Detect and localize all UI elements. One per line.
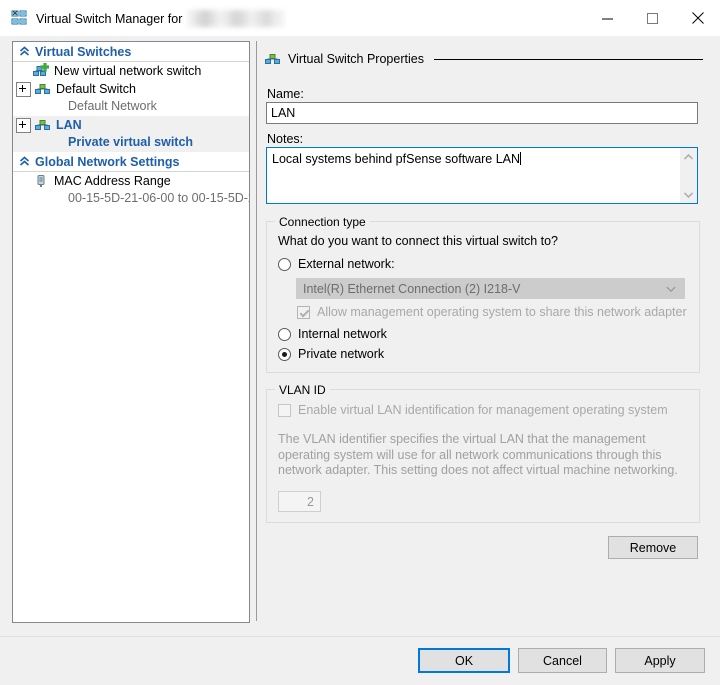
checkbox-indicator	[297, 306, 310, 319]
name-input[interactable]: LAN	[266, 102, 698, 124]
text-caret	[520, 152, 521, 165]
network-adapter-select: Intel(R) Ethernet Connection (2) I218-V	[296, 278, 685, 299]
vlan-id-group: VLAN ID Enable virtual LAN identificatio…	[266, 389, 700, 523]
tree-item-new-virtual-network-switch[interactable]: New virtual network switch	[13, 62, 249, 80]
radio-private-network[interactable]: Private network	[278, 347, 384, 361]
dialog-footer: OK Cancel Apply	[0, 637, 720, 685]
tree-item-sublabel-mac-address-range: 00-15-5D-21-06-00 to 00-15-5D-2...	[13, 190, 249, 208]
chevron-down-icon	[666, 282, 676, 296]
dialog-content: Virtual Switches New virtual network swi…	[0, 36, 720, 636]
notes-input[interactable]: Local systems behind pfSense software LA…	[266, 147, 698, 204]
window-controls	[585, 0, 720, 36]
connection-type-legend: Connection type	[275, 215, 370, 229]
apply-button[interactable]: Apply	[615, 648, 705, 673]
tree-group-label: Virtual Switches	[35, 45, 131, 59]
tree-group-global-network-settings[interactable]: Global Network Settings	[13, 152, 249, 172]
tree-item-mac-address-range[interactable]: MAC Address Range	[13, 172, 249, 190]
tree-item-sublabel-lan: Private virtual switch	[13, 134, 249, 152]
checkbox-allow-management-os-share: Allow management operating system to sha…	[297, 305, 687, 319]
virtual-switch-icon	[35, 81, 51, 97]
title-bar: Virtual Switch Manager for	[0, 0, 720, 36]
chevron-double-up-icon[interactable]	[16, 44, 32, 60]
ok-button[interactable]: OK	[418, 648, 510, 673]
checkbox-label: Enable virtual LAN identification for ma…	[298, 403, 668, 417]
radio-internal-network[interactable]: Internal network	[278, 327, 387, 341]
tree-item-default-switch[interactable]: Default Switch	[13, 80, 249, 98]
tree-item-sublabel-default-switch: Default Network	[13, 98, 249, 116]
properties-header: Virtual Switch Properties	[265, 49, 705, 69]
virtual-switch-icon	[35, 117, 51, 133]
radio-label: External network:	[298, 257, 395, 271]
name-label: Name:	[267, 87, 304, 101]
new-virtual-switch-icon	[33, 63, 49, 79]
maximize-button[interactable]	[630, 0, 675, 36]
chevron-double-up-icon[interactable]	[16, 154, 32, 170]
redacted-hostname	[187, 10, 285, 27]
switch-tree: Virtual Switches New virtual network swi…	[13, 42, 249, 208]
checkbox-indicator	[278, 404, 291, 417]
radio-indicator[interactable]	[278, 258, 291, 271]
tree-item-label: New virtual network switch	[54, 64, 201, 78]
connection-type-group: Connection type What do you want to conn…	[266, 221, 700, 373]
vlan-description: The VLAN identifier specifies the virtua…	[278, 432, 686, 479]
scroll-up-icon[interactable]	[680, 148, 697, 165]
cancel-button[interactable]: Cancel	[518, 648, 607, 673]
navigation-pane[interactable]: Virtual Switches New virtual network swi…	[12, 41, 250, 623]
checkbox-label: Allow management operating system to sha…	[317, 305, 687, 319]
tree-group-virtual-switches[interactable]: Virtual Switches	[13, 42, 249, 62]
radio-indicator[interactable]	[278, 348, 291, 361]
remove-button[interactable]: Remove	[608, 536, 698, 559]
expander-plus-icon[interactable]	[16, 118, 31, 133]
notes-scrollbar[interactable]	[679, 148, 697, 203]
checkbox-enable-vlan-identification: Enable virtual LAN identification for ma…	[278, 403, 668, 417]
vlan-id-input: 2	[278, 491, 321, 512]
virtual-switch-icon	[265, 51, 281, 67]
header-divider	[434, 59, 703, 60]
radio-label: Private network	[298, 347, 384, 361]
virtual-switch-manager-icon	[11, 10, 27, 26]
tree-item-lan[interactable]: LAN	[13, 116, 249, 134]
radio-label: Internal network	[298, 327, 387, 341]
window-title-text: Virtual Switch Manager for	[36, 12, 182, 26]
notes-text[interactable]: Local systems behind pfSense software LA…	[267, 148, 679, 203]
window-title: Virtual Switch Manager for	[36, 10, 285, 27]
tree-item-label: LAN	[56, 118, 82, 132]
scroll-down-icon[interactable]	[680, 186, 697, 203]
expander-plus-icon[interactable]	[16, 82, 31, 97]
notes-value: Local systems behind pfSense software LA…	[272, 152, 520, 166]
connection-type-question: What do you want to connect this virtual…	[278, 234, 558, 248]
mac-address-icon	[33, 173, 49, 189]
properties-pane: Virtual Switch Properties Name: LAN Note…	[256, 41, 709, 621]
notes-label: Notes:	[267, 132, 303, 146]
tree-item-label: MAC Address Range	[54, 174, 171, 188]
vlan-id-legend: VLAN ID	[275, 383, 330, 397]
close-button[interactable]	[675, 0, 720, 36]
properties-header-label: Virtual Switch Properties	[288, 52, 424, 66]
tree-item-label: Default Switch	[56, 82, 136, 96]
minimize-button[interactable]	[585, 0, 630, 36]
radio-external-network[interactable]: External network:	[278, 257, 395, 271]
network-adapter-value: Intel(R) Ethernet Connection (2) I218-V	[303, 282, 520, 296]
tree-group-label: Global Network Settings	[35, 155, 179, 169]
radio-indicator[interactable]	[278, 328, 291, 341]
